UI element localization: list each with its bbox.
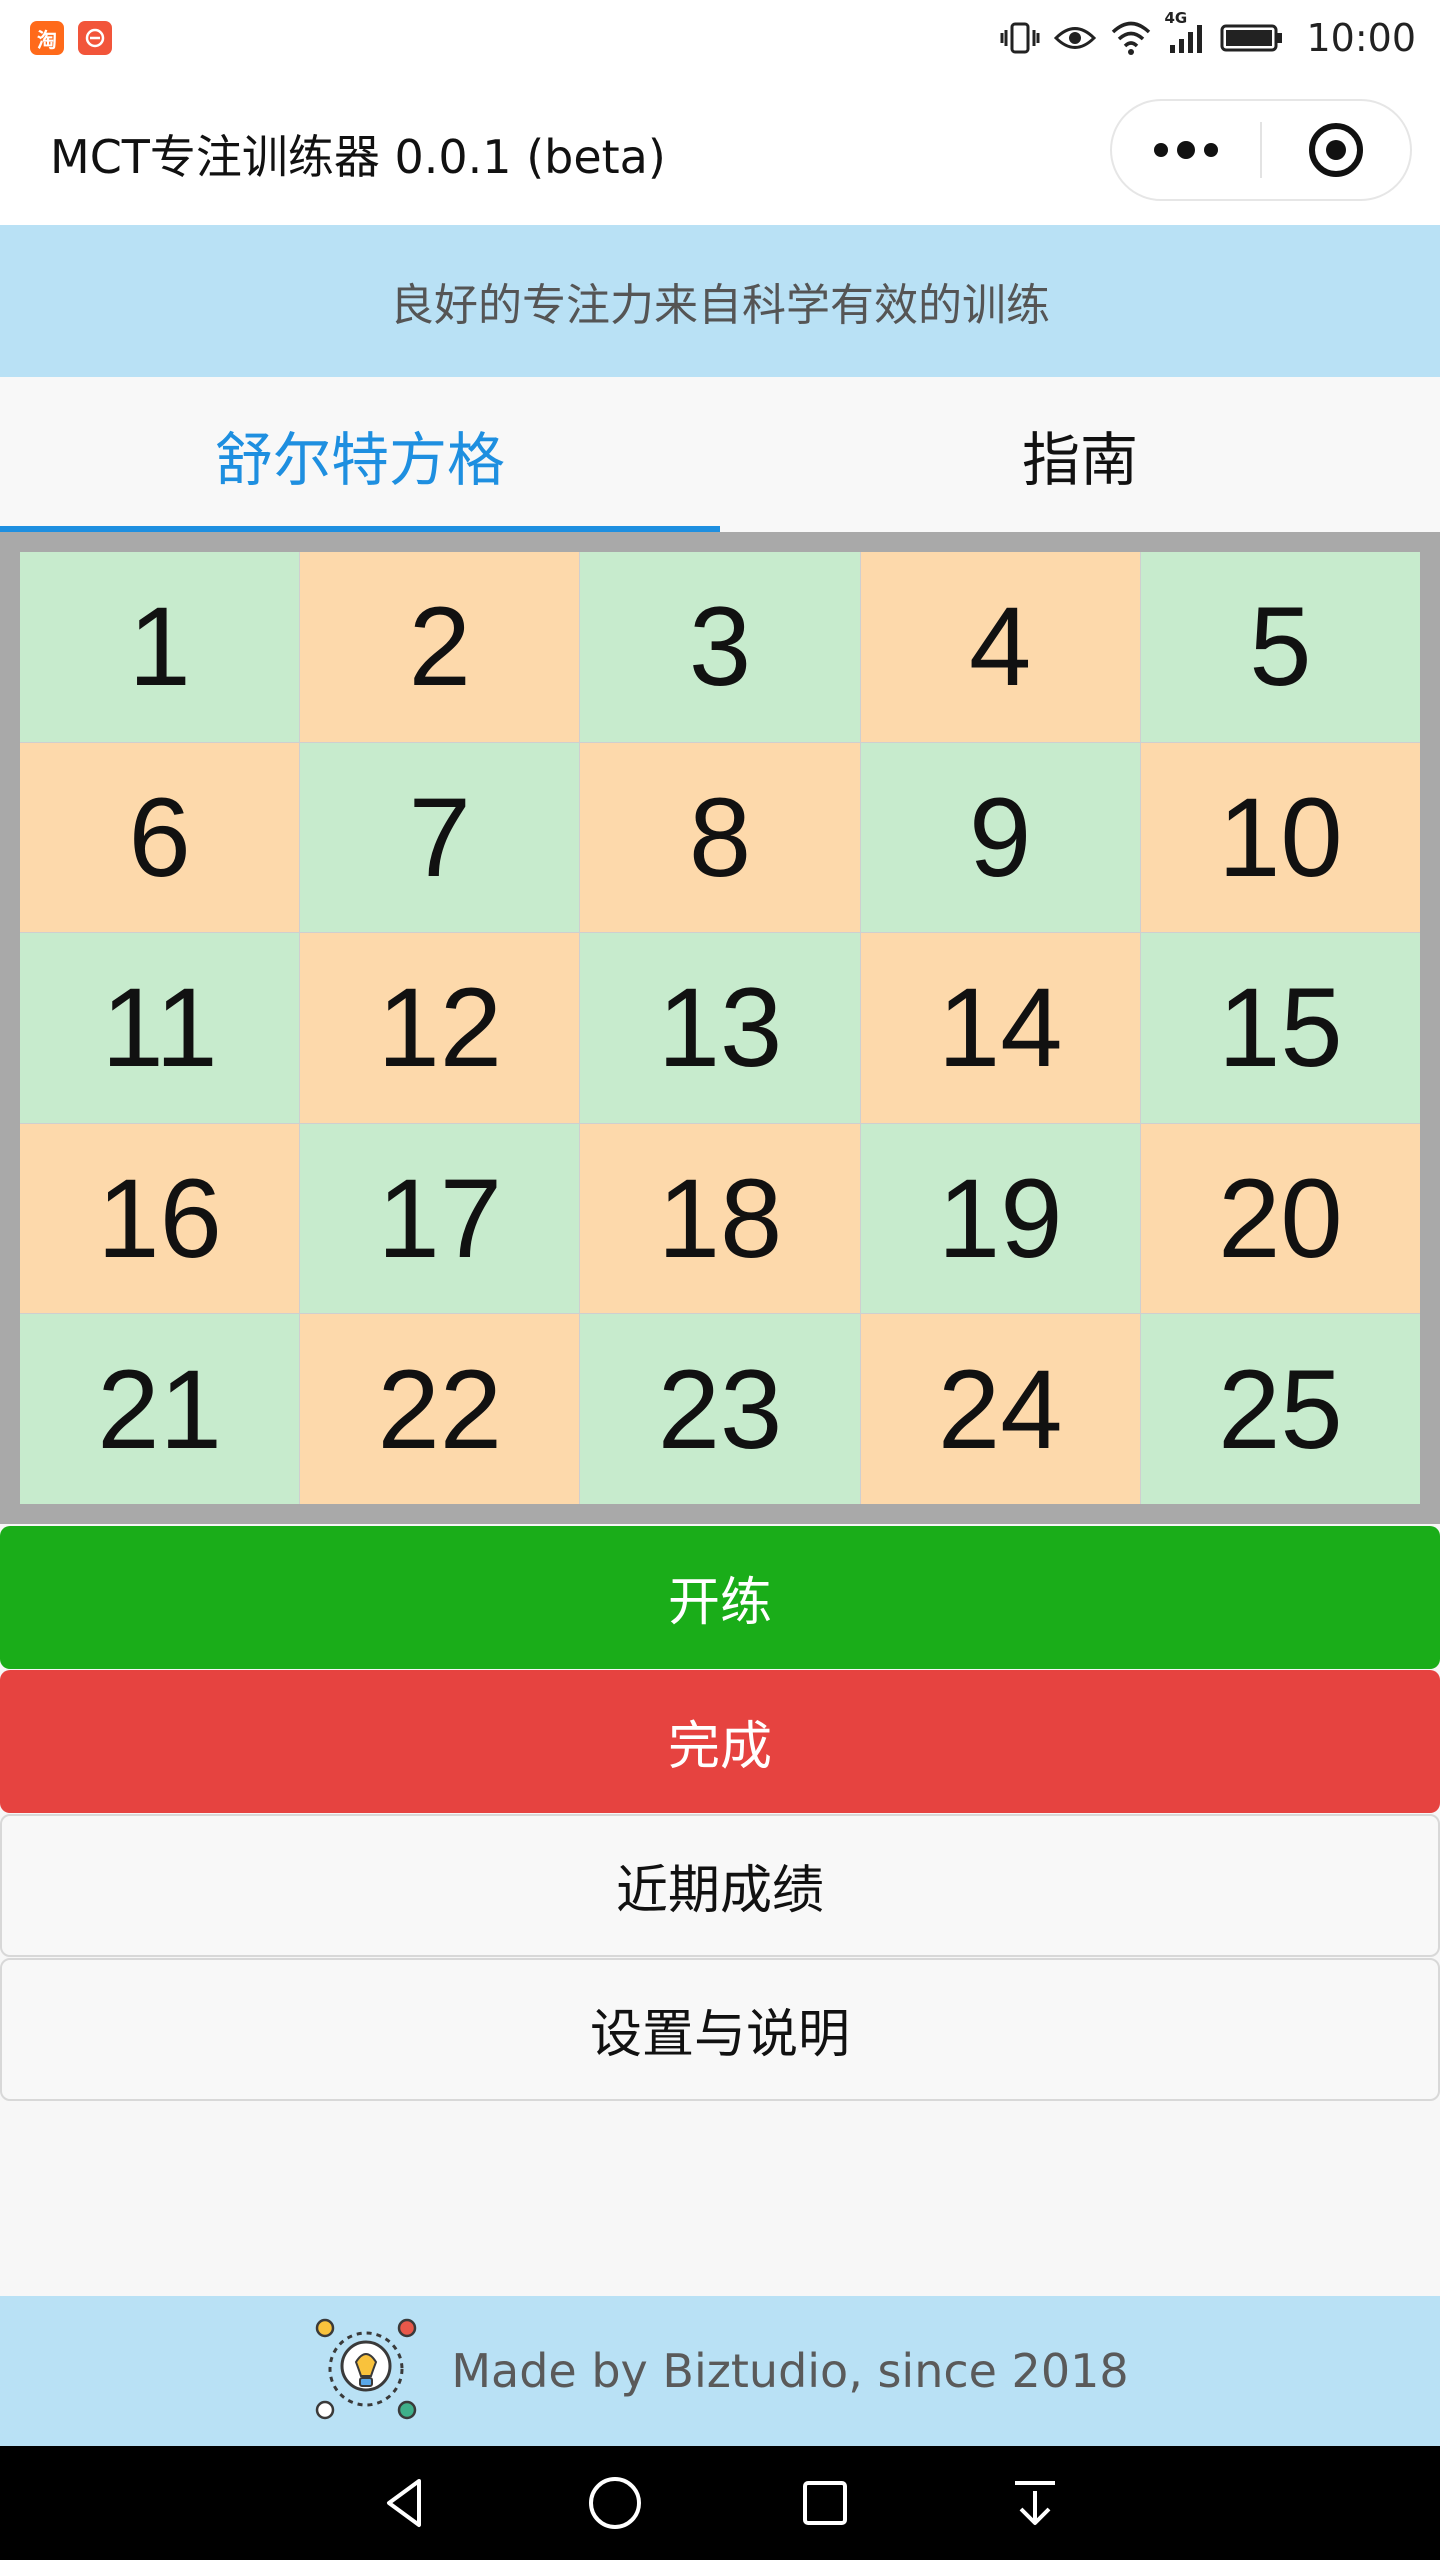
grid-cell[interactable]: 12	[300, 933, 580, 1123]
home-button[interactable]	[570, 2458, 660, 2548]
close-program-button[interactable]	[1262, 101, 1410, 199]
footer: Made by Biztudio, since 2018	[0, 2296, 1440, 2446]
grid-cell[interactable]: 25	[1140, 1314, 1420, 1504]
eye-icon	[1054, 23, 1097, 53]
status-bar: 淘 4G 10:00	[0, 0, 1440, 75]
grid-cell[interactable]: 3	[580, 552, 860, 742]
grid-cell[interactable]: 13	[580, 933, 860, 1123]
tab-label: 舒尔特方格	[214, 425, 505, 494]
grid-cell[interactable]: 15	[1140, 933, 1420, 1123]
grid-cell[interactable]: 7	[300, 742, 580, 933]
target-circle-icon	[1308, 123, 1363, 177]
grid-cell[interactable]: 9	[860, 742, 1140, 933]
grid-cell[interactable]: 16	[20, 1123, 300, 1314]
grid-cell[interactable]: 18	[580, 1123, 860, 1314]
grid-cell[interactable]: 17	[300, 1123, 580, 1314]
grid-cell[interactable]: 22	[300, 1314, 580, 1504]
network-type-label: 4G	[1164, 8, 1188, 27]
grid-cell[interactable]: 19	[860, 1123, 1140, 1314]
battery-icon	[1220, 23, 1284, 53]
status-time: 10:00	[1306, 15, 1416, 60]
more-dots-icon	[1154, 141, 1218, 159]
grid-cell[interactable]: 11	[20, 933, 300, 1123]
taobao-app-icon: 淘	[30, 21, 64, 55]
lightbulb-logo-icon	[311, 2314, 421, 2428]
grid-cell[interactable]: 6	[20, 742, 300, 933]
grid-cell[interactable]: 5	[1140, 552, 1420, 742]
grid-cell[interactable]: 20	[1140, 1123, 1420, 1314]
footer-credit: Made by Biztudio, since 2018	[451, 2344, 1129, 2398]
pull-down-icon	[1015, 2481, 1055, 2525]
title-bar: MCT专注训练器 0.0.1 (beta)	[0, 75, 1440, 225]
schulte-grid: 1 2 3 4 5 6 7 8 9 10 11 12 13 14 15 16 1…	[20, 552, 1420, 1504]
tab-guide[interactable]: 指南	[720, 377, 1440, 532]
schulte-grid-frame: 1 2 3 4 5 6 7 8 9 10 11 12 13 14 15 16 1…	[0, 532, 1440, 1524]
tab-bar: 舒尔特方格 指南	[0, 377, 1440, 532]
grid-cell[interactable]: 8	[580, 742, 860, 933]
home-circle-icon	[589, 2477, 641, 2529]
start-button[interactable]: 开练	[0, 1526, 1440, 1669]
status-icons: 4G 10:00	[1000, 0, 1416, 75]
page-title: MCT专注训练器 0.0.1 (beta)	[50, 130, 666, 184]
grid-cell[interactable]: 10	[1140, 742, 1420, 933]
finish-button[interactable]: 完成	[0, 1670, 1440, 1813]
system-nav-bar	[0, 2446, 1440, 2560]
wifi-icon	[1110, 21, 1152, 55]
grid-cell[interactable]: 14	[860, 933, 1140, 1123]
slogan-banner: 良好的专注力来自科学有效的训练	[0, 225, 1440, 377]
tab-label: 指南	[1021, 425, 1138, 494]
grid-cell[interactable]: 23	[580, 1314, 860, 1504]
notification-app-icon	[78, 21, 112, 55]
screen: 淘 4G 10:00 MCT专注训练器 0.0.1 (beta) 良好的专注力来…	[0, 0, 1440, 2560]
more-button[interactable]	[1112, 101, 1260, 199]
vibrate-icon	[1000, 21, 1040, 55]
notification-pull-button[interactable]	[990, 2458, 1080, 2548]
grid-cell[interactable]: 4	[860, 552, 1140, 742]
recents-square-icon	[803, 2481, 847, 2525]
signal-icon: 4G	[1164, 9, 1206, 55]
grid-cell[interactable]: 1	[20, 552, 300, 742]
back-triangle-icon	[387, 2479, 421, 2527]
grid-cell[interactable]: 2	[300, 552, 580, 742]
slogan-text: 良好的专注力来自科学有效的训练	[390, 280, 1050, 331]
grid-cell[interactable]: 21	[20, 1314, 300, 1504]
recents-button[interactable]	[780, 2458, 870, 2548]
recent-scores-button[interactable]: 近期成绩	[0, 1814, 1440, 1957]
grid-cell[interactable]: 24	[860, 1314, 1140, 1504]
mini-program-capsule	[1110, 99, 1412, 201]
back-button[interactable]	[360, 2458, 450, 2548]
settings-button[interactable]: 设置与说明	[0, 1958, 1440, 2101]
tab-schulte-grid[interactable]: 舒尔特方格	[0, 377, 720, 532]
